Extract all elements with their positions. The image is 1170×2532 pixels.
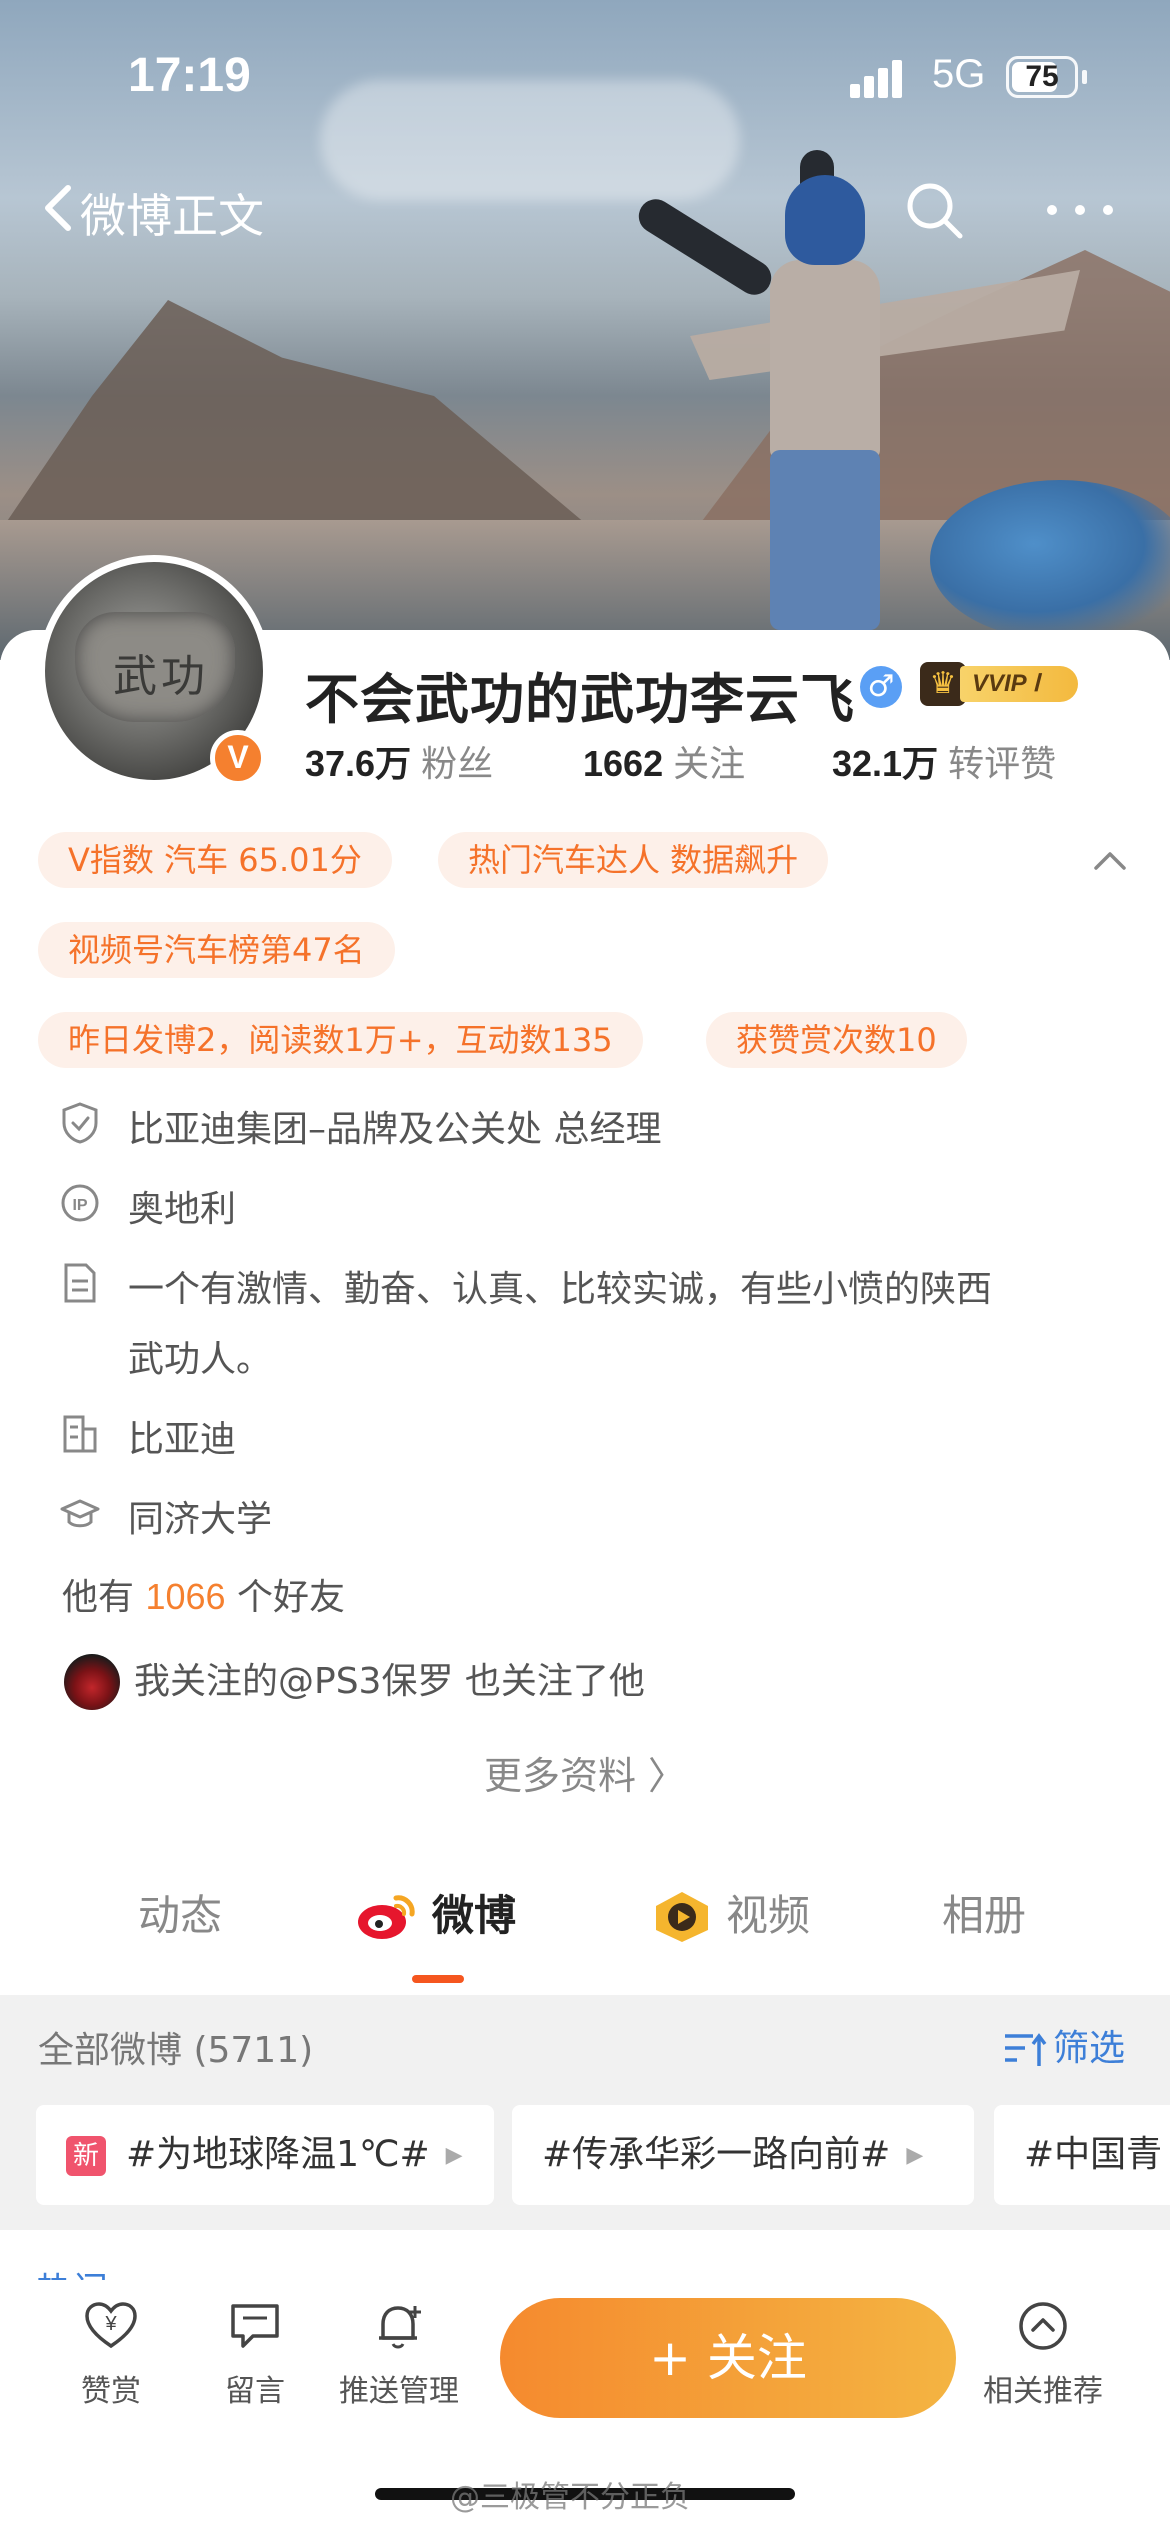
- info-verification: 比亚迪集团–品牌及公关处 总经理: [60, 1095, 1120, 1165]
- active-tab-indicator: [412, 1975, 464, 1983]
- info-ip-location: IP 奥地利: [60, 1175, 1120, 1245]
- more-options-icon[interactable]: [1040, 190, 1120, 230]
- new-badge: 新: [66, 2136, 106, 2176]
- shield-icon: [62, 1102, 98, 1144]
- tag-chip[interactable]: 昨日发博2，阅读数1万+，互动数135: [38, 1012, 643, 1068]
- info-bio: 一个有激情、勤奋、认真、比较实诚，有些小愤的陕西 武功人。: [60, 1255, 1120, 1395]
- stat-following[interactable]: 1662 关注: [583, 735, 745, 787]
- ip-icon: IP: [61, 1184, 99, 1222]
- watermark: @三极管不分正负: [450, 2480, 690, 2515]
- mutual-avatar: [64, 1654, 120, 1710]
- network-type: 5G: [932, 52, 986, 96]
- tab-video[interactable]: 视频: [726, 1882, 810, 1943]
- tag-chip[interactable]: V指数 汽车 65.01分: [38, 832, 392, 888]
- battery-level: 75: [1025, 60, 1059, 93]
- status-time: 17:19: [128, 49, 251, 102]
- feed-section: 全部微博 (5711) 筛选 新 #为地球降温1℃# ▶ #传承华彩一路向前# ▶ #…: [0, 1995, 1170, 2230]
- message-button[interactable]: 留言: [190, 2298, 320, 2410]
- back-button-label[interactable]: 微博正文: [80, 180, 264, 246]
- bell-plus-icon: [379, 2306, 421, 2349]
- friends-count[interactable]: 他有 1066 个好友: [62, 1568, 345, 1620]
- info-school: 同济大学: [60, 1485, 1120, 1555]
- profile-tabs: 动态 微博 视频 相册: [0, 1860, 1170, 1970]
- tab-dynamic[interactable]: 动态: [138, 1882, 222, 1943]
- play-triangle-icon: ▶: [445, 2143, 463, 2168]
- top-nav: 微博正文: [0, 160, 1170, 260]
- mutual-follow[interactable]: 我关注的@PS3保罗 也关注了他: [62, 1652, 1122, 1712]
- follow-button[interactable]: + 关注: [500, 2298, 956, 2418]
- vvip-badge[interactable]: ♛ VVIP Ⅰ: [920, 660, 1080, 708]
- push-manage-button[interactable]: 推送管理: [334, 2298, 464, 2410]
- tag-chip[interactable]: 热门汽车达人 数据飙升: [438, 832, 829, 888]
- topic-chip[interactable]: #中国青: [994, 2105, 1170, 2205]
- info-company: 比亚迪: [60, 1405, 1120, 1475]
- stat-interactions[interactable]: 32.1万 转评赞: [832, 735, 1056, 787]
- weibo-logo-icon: [358, 1895, 415, 1939]
- search-icon[interactable]: [900, 176, 970, 246]
- filter-button[interactable]: 筛选: [1003, 2019, 1125, 2071]
- signal-icon: [850, 58, 914, 98]
- topic-chip[interactable]: #传承华彩一路向前# ▶: [512, 2105, 974, 2205]
- play-triangle-icon: ▶: [906, 2143, 924, 2168]
- status-bar: 17:19 5G 75: [0, 0, 1170, 150]
- profile-name: 不会武功的武功李云飞: [305, 668, 855, 731]
- tag-chip[interactable]: 视频号汽车榜第47名: [38, 922, 395, 978]
- building-icon: [63, 1415, 97, 1453]
- verified-badge: V: [210, 730, 266, 786]
- graduation-cap-icon: [60, 1499, 100, 1528]
- tab-album[interactable]: 相册: [942, 1882, 1026, 1943]
- more-info-link[interactable]: 更多资料 〉: [0, 1745, 1170, 1800]
- male-icon: ♂: [860, 666, 902, 708]
- profile-stats: 37.6万 粉丝 1662 关注 32.1万 转评赞: [305, 735, 1155, 785]
- tab-weibo[interactable]: 微博: [432, 1882, 516, 1943]
- reward-button[interactable]: ¥ 赞赏: [46, 2298, 176, 2410]
- tag-chip[interactable]: 获赞赏次数10: [706, 1012, 967, 1068]
- svg-text:IP: IP: [72, 1197, 87, 1214]
- svg-text:¥: ¥: [104, 2313, 117, 2335]
- chevron-up-circle-icon: [1019, 2302, 1067, 2350]
- chevron-up-icon[interactable]: [1090, 840, 1130, 880]
- topic-chip[interactable]: 新 #为地球降温1℃# ▶: [36, 2105, 494, 2205]
- document-icon: [64, 1263, 96, 1303]
- comment-icon: [231, 2304, 279, 2348]
- filter-icon: [1004, 2033, 1047, 2066]
- battery-icon: 75: [1006, 56, 1078, 98]
- bottom-toolbar: ¥ 赞赏 留言 推送管理 + 关注 相关推荐: [0, 2280, 1170, 2450]
- reward-icon: ¥: [85, 2302, 137, 2349]
- all-posts-count: 全部微博 (5711): [38, 2030, 314, 2071]
- recommend-button[interactable]: 相关推荐: [978, 2298, 1108, 2410]
- video-play-icon: [656, 1892, 708, 1942]
- stat-followers[interactable]: 37.6万 粉丝: [305, 735, 493, 787]
